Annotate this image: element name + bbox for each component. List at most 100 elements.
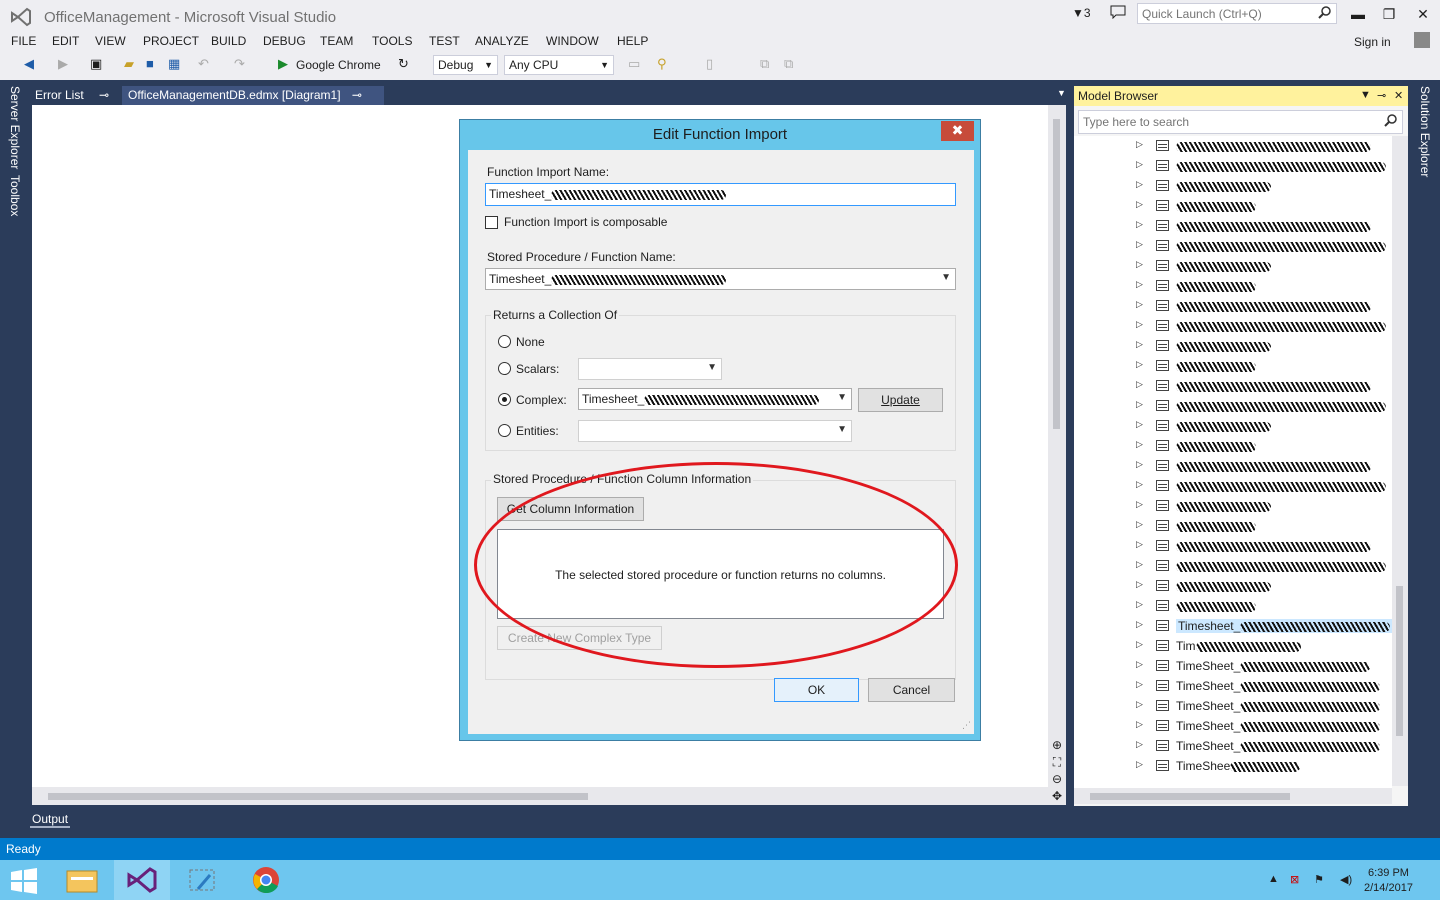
menu-help[interactable]: HELP (617, 34, 648, 48)
platform-select[interactable]: Any CPU ▼ (504, 55, 614, 75)
menu-window[interactable]: WINDOW (546, 34, 599, 48)
chrome-taskbar-button[interactable] (238, 860, 294, 900)
navigate-back-icon[interactable]: ◀ (24, 56, 34, 74)
stored-procedure-select[interactable]: Timesheet_ ▼ (485, 268, 956, 290)
volume-icon[interactable]: ◀) (1340, 873, 1352, 886)
menu-project[interactable]: PROJECT (143, 34, 199, 48)
next-bookmark-icon[interactable]: ⧉ (784, 56, 793, 74)
tab-edmx-diagram[interactable]: OfficeManagementDB.edmx [Diagram1] ⊸ ✕ (122, 86, 384, 116)
editor-vertical-scrollbar[interactable] (1048, 105, 1066, 805)
expand-icon[interactable]: ▷ (1136, 319, 1143, 330)
tab-error-list[interactable]: Error List ⊸ (29, 86, 115, 105)
navigate-forward-icon[interactable]: ▶ (58, 56, 68, 74)
expand-icon[interactable]: ▷ (1136, 339, 1143, 350)
tree-item[interactable]: ▷ TimeShee (1074, 756, 1392, 776)
tree-item[interactable]: ▷ TimeSheet_ (1074, 656, 1392, 676)
windows-start-icon[interactable] (10, 868, 38, 894)
pin-icon[interactable]: ⊸ (1377, 89, 1386, 102)
expand-icon[interactable]: ▷ (1136, 639, 1143, 650)
tree-item[interactable]: ▷ (1074, 196, 1392, 216)
minimize-button[interactable]: ▬ (1348, 6, 1368, 22)
expand-icon[interactable]: ▷ (1136, 459, 1143, 470)
menu-debug[interactable]: DEBUG (263, 34, 306, 48)
file-explorer-taskbar-button[interactable] (54, 860, 110, 900)
tree-item[interactable]: ▷ TimeSheet_ (1074, 716, 1392, 736)
tree-item[interactable]: ▷ (1074, 216, 1392, 236)
expand-icon[interactable]: ▷ (1136, 719, 1143, 730)
expand-icon[interactable]: ▷ (1136, 559, 1143, 570)
start-debugging-icon[interactable]: ▶ (278, 56, 288, 74)
undo-icon[interactable]: ↶ (198, 56, 209, 74)
radio-scalars[interactable] (498, 362, 511, 375)
comment-icon[interactable]: ▯ (706, 56, 713, 74)
scroll-thumb[interactable] (1396, 586, 1403, 736)
function-import-name-field[interactable]: Timesheet_ (485, 183, 956, 206)
save-all-icon[interactable]: ▦ (168, 56, 180, 74)
tree-item[interactable]: ▷ (1074, 356, 1392, 376)
tree-item[interactable]: ▷ (1074, 136, 1392, 156)
tree-item[interactable]: ▷ (1074, 436, 1392, 456)
attach-icon[interactable]: ▭ (628, 56, 640, 74)
menu-view[interactable]: VIEW (95, 34, 126, 48)
create-new-complex-type-button[interactable]: Create New Complex Type (497, 626, 662, 650)
network-icon[interactable]: ⊠ (1290, 873, 1299, 886)
menu-tools[interactable]: TOOLS (372, 34, 412, 48)
expand-icon[interactable]: ▷ (1136, 239, 1143, 250)
tree-item[interactable]: ▷ (1074, 336, 1392, 356)
cancel-button[interactable]: Cancel (868, 678, 955, 702)
menu-analyze[interactable]: ANALYZE (475, 34, 529, 48)
close-window-button[interactable]: ✕ (1413, 6, 1433, 23)
pin-icon[interactable]: ⊸ (352, 88, 362, 102)
tree-item[interactable]: ▷ TimeSheet_ (1074, 696, 1392, 716)
expand-icon[interactable]: ▷ (1136, 619, 1143, 630)
tree-item[interactable]: ▷ (1074, 276, 1392, 296)
expand-icon[interactable]: ▷ (1136, 579, 1143, 590)
tree-item[interactable]: ▷ (1074, 316, 1392, 336)
zoom-fit-icon[interactable]: ⛶ (1050, 754, 1064, 771)
redo-icon[interactable]: ↷ (234, 56, 245, 74)
visual-studio-taskbar-button[interactable] (114, 860, 170, 900)
setup-tool-taskbar-button[interactable] (176, 860, 232, 900)
resize-grip-icon[interactable]: ⋰ (962, 720, 971, 731)
sign-in-link[interactable]: Sign in (1354, 35, 1391, 49)
expand-icon[interactable]: ▷ (1136, 219, 1143, 230)
tab-overflow-icon[interactable]: ▼ (1051, 86, 1072, 105)
scroll-thumb[interactable] (1090, 793, 1290, 800)
action-center-icon[interactable]: ⚑ (1314, 873, 1324, 886)
expand-icon[interactable]: ▷ (1136, 419, 1143, 430)
expand-icon[interactable]: ▷ (1136, 299, 1143, 310)
expand-icon[interactable]: ▷ (1136, 379, 1143, 390)
tree-item[interactable]: ▷ (1074, 476, 1392, 496)
model-browser-search-input[interactable] (1079, 112, 1374, 132)
quick-launch-box[interactable] (1137, 3, 1337, 24)
close-icon[interactable]: ✕ (1394, 89, 1403, 102)
update-button[interactable]: Update (858, 388, 943, 412)
run-target-button[interactable]: Google Chrome (296, 58, 381, 76)
expand-icon[interactable]: ▷ (1136, 359, 1143, 370)
menu-team[interactable]: TEAM (320, 34, 353, 48)
new-project-icon[interactable]: ▣ (90, 56, 102, 74)
expand-icon[interactable]: ▷ (1136, 279, 1143, 290)
expand-icon[interactable]: ▷ (1136, 519, 1143, 530)
tree-item[interactable]: ▷ (1074, 156, 1392, 176)
pan-icon[interactable]: ✥ (1050, 788, 1064, 805)
maximize-button[interactable]: ❐ (1379, 6, 1399, 23)
tree-item[interactable]: ▷ TimeSheet_ (1074, 676, 1392, 696)
model-browser-vertical-scrollbar[interactable] (1392, 136, 1408, 786)
expand-icon[interactable]: ▷ (1136, 739, 1143, 750)
tab-server-explorer[interactable]: Server Explorer (8, 86, 22, 169)
get-column-information-button[interactable]: Get Column Information (497, 497, 644, 521)
tab-toolbox[interactable]: Toolbox (8, 175, 22, 216)
expand-icon[interactable]: ▷ (1136, 399, 1143, 410)
expand-icon[interactable]: ▷ (1136, 659, 1143, 670)
expand-icon[interactable]: ▷ (1136, 759, 1143, 770)
user-avatar-icon[interactable] (1414, 32, 1430, 48)
editor-horizontal-scrollbar[interactable] (32, 787, 1048, 805)
model-browser-search[interactable] (1078, 110, 1403, 134)
tree-item[interactable]: ▷ (1074, 376, 1392, 396)
tree-item[interactable]: ▷ (1074, 176, 1392, 196)
expand-icon[interactable]: ▷ (1136, 139, 1143, 150)
configuration-select[interactable]: Debug ▼ (433, 55, 498, 75)
open-file-icon[interactable]: ▰ (124, 56, 134, 74)
pin-icon[interactable]: ⊸ (99, 88, 109, 102)
